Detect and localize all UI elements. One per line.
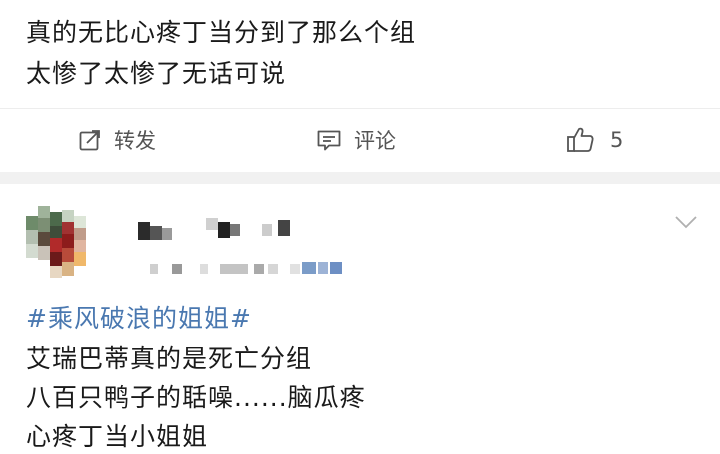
post-action-bar: 转发 评论 5 bbox=[0, 108, 720, 171]
post-text-line: 太惨了太惨了无话可说 bbox=[26, 59, 287, 88]
post-text-line: 真的无比心疼丁当分到了那么个组 bbox=[26, 18, 417, 47]
feed-post-1: 真的无比心疼丁当分到了那么个组 太惨了太惨了无话可说 转发 评论 5 bbox=[0, 0, 720, 172]
like-count: 5 bbox=[610, 128, 624, 152]
like-button[interactable]: 5 bbox=[566, 123, 623, 157]
repost-icon bbox=[79, 130, 100, 151]
comment-label: 评论 bbox=[354, 129, 396, 153]
comment-button[interactable]: 评论 bbox=[316, 123, 396, 157]
post-text-line: 艾瑞巴蒂真的是死亡分组 bbox=[26, 344, 313, 373]
thumbs-up-icon bbox=[567, 127, 594, 152]
feed-separator bbox=[0, 172, 720, 184]
hashtag-link[interactable]: #乘风破浪的姐姐# bbox=[26, 302, 252, 336]
repost-button[interactable]: 转发 bbox=[78, 123, 156, 157]
post-text-line: 心疼丁当小姐姐 bbox=[26, 422, 209, 451]
avatar[interactable] bbox=[22, 206, 96, 280]
post-text-line: 八百只鸭子的聒噪......脑瓜疼 bbox=[26, 383, 366, 412]
comment-icon bbox=[317, 130, 341, 151]
feed-post-2: #乘风破浪的姐姐# 艾瑞巴蒂真的是死亡分组 八百只鸭子的聒噪......脑瓜疼 … bbox=[0, 184, 720, 451]
repost-label: 转发 bbox=[114, 129, 156, 153]
chevron-down-icon[interactable] bbox=[674, 214, 698, 230]
